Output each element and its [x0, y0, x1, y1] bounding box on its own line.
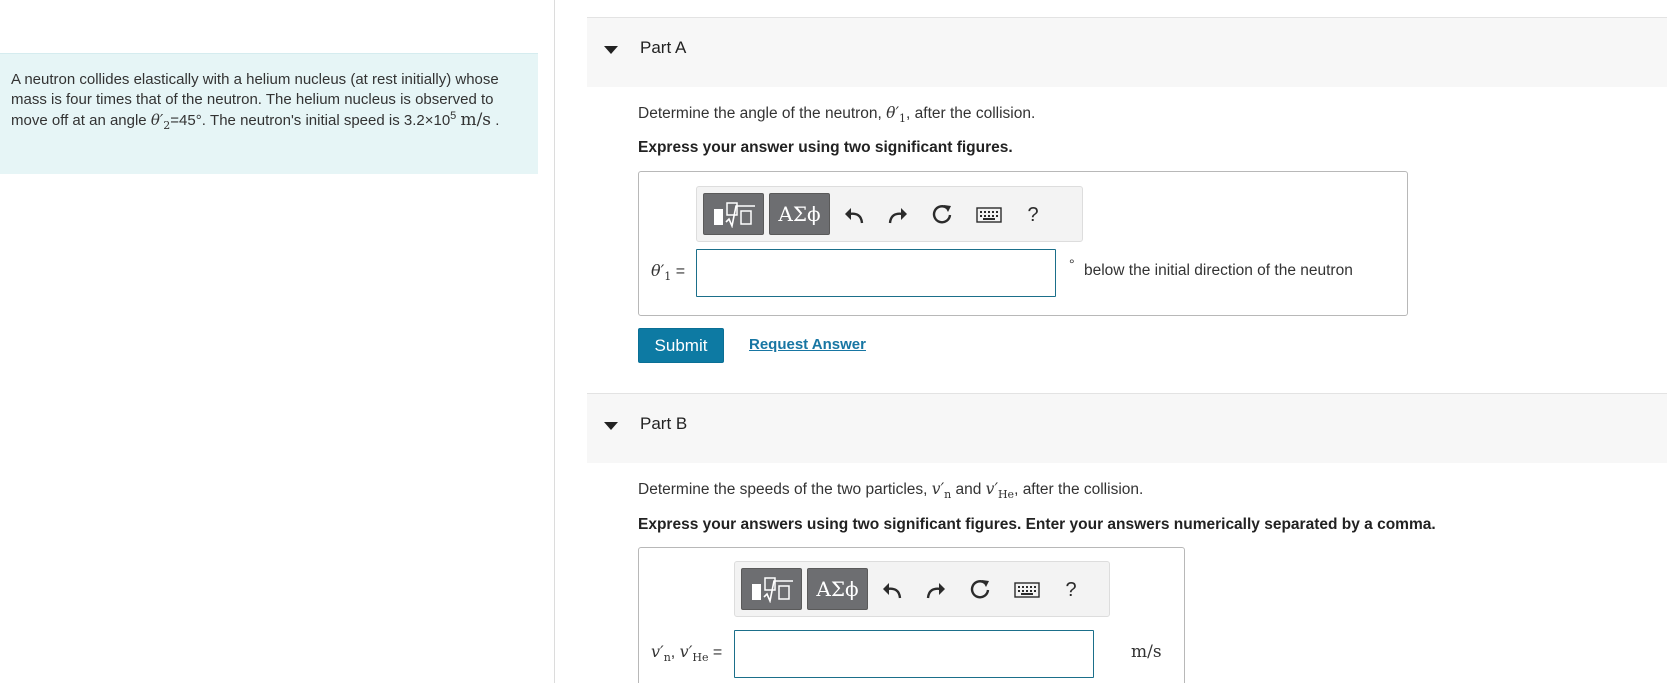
keyboard-icon[interactable] — [1010, 576, 1044, 604]
symbols-icon[interactable]: ΑΣϕ — [807, 568, 868, 610]
problem-text-b: . The neutron's initial speed is 3.2×10 — [201, 112, 451, 129]
help-icon[interactable]: ? — [1019, 201, 1047, 229]
part-a-answer-input[interactable] — [696, 249, 1056, 297]
part-b-unit: m/s — [1131, 642, 1162, 662]
part-a-instruction: Express your answer using two significan… — [638, 139, 1013, 156]
problem-panel: A neutron collides elastically with a he… — [0, 0, 555, 683]
part-a-toolbar: ΑΣϕ ? — [696, 186, 1083, 242]
label-he-sub: He — [692, 651, 709, 665]
label-equals: = — [708, 644, 723, 661]
problem-exponent: 5 — [450, 110, 457, 122]
part-a-unit-text: below the initial direction of the neutr… — [1084, 262, 1353, 279]
part-b-answer-box: ΑΣϕ ? v′n, v′He = m/s — [638, 547, 1185, 683]
redo-icon[interactable] — [884, 201, 912, 229]
page-root: A neutron collides elastically with a he… — [0, 0, 1667, 683]
theta2-symbol: θ — [150, 111, 160, 129]
part-a-title: Part A — [640, 38, 687, 57]
request-answer-link[interactable]: Request Answer — [749, 336, 866, 353]
reset-icon[interactable] — [928, 201, 956, 229]
part-a-prompt-text: Determine the angle of the neutron, — [638, 105, 887, 122]
part-b-prompt-end: , after the collision. — [1014, 481, 1144, 498]
part-b-instruction: Express your answers using two significa… — [638, 516, 1436, 533]
part-b-toolbar: ΑΣϕ ? — [734, 561, 1110, 617]
submit-button[interactable]: Submit — [638, 328, 724, 363]
reset-icon[interactable] — [966, 576, 994, 604]
label-n-sub: n — [663, 651, 671, 665]
templates-icon[interactable] — [741, 568, 802, 610]
label-v2-symbol: v — [679, 642, 689, 661]
collapse-caret-icon[interactable] — [604, 46, 618, 54]
part-b-header[interactable]: Part B — [587, 393, 1667, 463]
parts-panel: Part A Determine the angle of the neutro… — [587, 0, 1667, 683]
part-a-prompt: Determine the angle of the neutron, θ′1,… — [638, 104, 1036, 126]
theta1-sub: 1 — [899, 112, 907, 126]
undo-icon[interactable] — [840, 201, 868, 229]
vn-symbol: v — [931, 480, 941, 498]
part-b-prompt: Determine the speeds of the two particle… — [638, 480, 1144, 502]
label-theta-symbol: θ — [651, 261, 661, 280]
symbols-icon[interactable]: ΑΣϕ — [769, 193, 830, 235]
part-b-answer-input[interactable] — [734, 630, 1094, 678]
part-a-answer-label: θ′1 = — [651, 261, 686, 282]
keyboard-icon[interactable] — [972, 201, 1006, 229]
collapse-caret-icon[interactable] — [604, 422, 618, 430]
part-a-header[interactable]: Part A — [587, 17, 1667, 87]
part-a-prompt-end: , after the collision. — [906, 105, 1036, 122]
part-b-and: and — [951, 481, 986, 498]
theta1-symbol: θ — [886, 104, 896, 122]
part-a-answer-box: ΑΣϕ ? θ′1 = ° below the initial directio… — [638, 171, 1408, 316]
label-equals: = — [671, 263, 686, 280]
problem-angle-value: =45° — [170, 112, 202, 129]
part-b-title: Part B — [640, 414, 688, 433]
problem-end: . — [491, 112, 500, 129]
help-icon[interactable]: ? — [1057, 576, 1085, 604]
label-v-symbol: v — [651, 642, 661, 661]
part-b-answer-label: v′n, v′He = — [651, 642, 723, 665]
vhe-sub: He — [997, 488, 1015, 502]
label-comma: , — [670, 644, 680, 661]
templates-icon[interactable] — [703, 193, 764, 235]
undo-icon[interactable] — [878, 576, 906, 604]
problem-statement: A neutron collides elastically with a he… — [0, 53, 538, 174]
redo-icon[interactable] — [922, 576, 950, 604]
problem-unit: m/s — [460, 110, 492, 130]
part-b-prompt-text: Determine the speeds of the two particle… — [638, 481, 932, 498]
degree-symbol: ° — [1069, 256, 1075, 272]
